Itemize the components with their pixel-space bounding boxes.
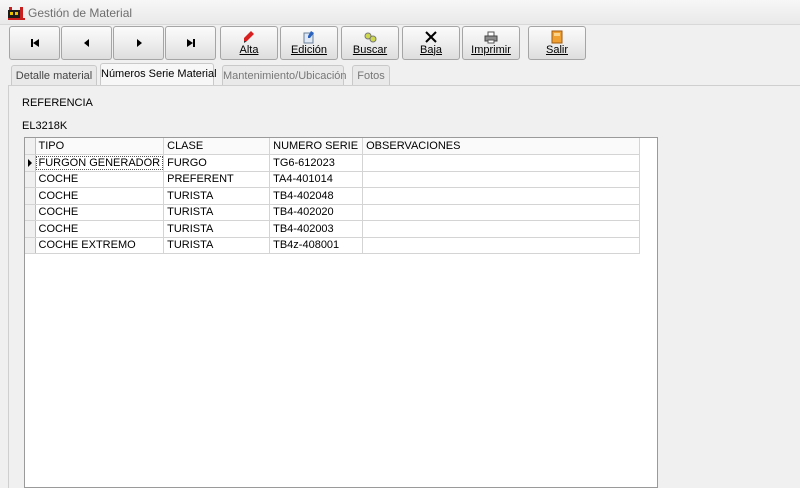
tab-detalle-material[interactable]: Detalle material [11,65,97,86]
column-header-numero-serie[interactable]: NUMERO SERIE [269,138,364,155]
cell-tipo[interactable]: COCHE [35,204,165,221]
table-row[interactable]: COCHE TURISTA TB4-402003 [25,220,641,238]
tab-numeros-serie[interactable]: Números Serie Material [100,63,217,86]
baja-label: Baja [419,43,443,56]
cell-clase[interactable]: TURISTA [163,204,271,221]
cell-numero-serie[interactable]: TB4z-408001 [269,237,364,254]
cell-clase[interactable]: TURISTA [163,220,271,238]
row-indicator[interactable] [25,187,36,205]
first-record-button[interactable] [9,26,60,60]
baja-button[interactable]: Baja [402,26,460,60]
imprimir-button[interactable]: Imprimir [462,26,520,60]
binoculars-icon [364,32,377,42]
column-header-clase[interactable]: CLASE [163,138,271,155]
cell-observaciones[interactable] [362,154,641,172]
cell-observaciones[interactable] [362,171,641,188]
edicion-button[interactable]: Edición [280,26,338,60]
serial-numbers-grid[interactable]: TIPO CLASE NUMERO SERIE OBSERVACIONES FU… [24,137,658,488]
column-header-observaciones[interactable]: OBSERVACIONES [362,138,641,155]
salir-label: Salir [545,43,568,56]
tab-strip: Detalle material Números Serie Material … [0,62,800,86]
prev-record-icon [83,39,89,47]
referencia-value: EL3218K [22,120,68,132]
train-icon [8,7,25,20]
printer-icon [484,31,498,43]
table-row[interactable]: FURGON GENERADOR FURGO TG6-612023 [25,154,641,172]
next-record-button[interactable] [113,26,164,60]
alta-button[interactable]: Alta [220,26,278,60]
current-row-arrow-icon [28,159,32,167]
cell-clase[interactable]: FURGO [163,154,271,172]
prev-record-button[interactable] [61,26,112,60]
cell-numero-serie[interactable]: TG6-612023 [269,154,364,172]
toolbar: Alta Edición Buscar Baja Imprimir Salir [0,25,800,62]
tab-fotos[interactable]: Fotos [352,65,390,86]
row-indicator[interactable] [25,204,36,221]
grid-table: TIPO CLASE NUMERO SERIE OBSERVACIONES FU… [25,138,641,254]
header-indicator [25,138,36,155]
cell-tipo[interactable]: COCHE [35,171,165,188]
cell-observaciones[interactable] [362,237,641,254]
cell-observaciones[interactable] [362,187,641,205]
row-indicator[interactable] [25,220,36,238]
edit-document-icon [303,30,314,43]
first-record-icon [30,39,39,47]
cell-observaciones[interactable] [362,220,641,238]
cell-clase[interactable]: PREFERENT [163,171,271,188]
imprimir-label: Imprimir [471,43,511,56]
cell-numero-serie[interactable]: TB4-402020 [269,204,364,221]
cell-observaciones[interactable] [362,204,641,221]
pencil-icon [244,30,254,43]
referencia-label: REFERENCIA [22,97,93,109]
row-indicator[interactable] [25,237,36,254]
grid-header-row: TIPO CLASE NUMERO SERIE OBSERVACIONES [25,138,641,155]
cell-clase[interactable]: TURISTA [163,237,271,254]
title-bar: Gestión de Material [0,0,800,25]
window-title: Gestión de Material [28,6,133,20]
cell-tipo[interactable]: COCHE [35,220,165,238]
cell-tipo[interactable]: COCHE EXTREMO [35,237,165,254]
exit-door-icon [551,30,563,43]
cell-clase[interactable]: TURISTA [163,187,271,205]
cell-numero-serie[interactable]: TB4-402003 [269,220,364,238]
alta-label: Alta [239,43,259,56]
tab-mantenimiento[interactable]: Mantenimiento/Ubicación [222,65,347,86]
last-record-button[interactable] [165,26,216,60]
buscar-label: Buscar [352,43,388,56]
edicion-label: Edición [290,43,328,56]
cell-tipo[interactable]: FURGON GENERADOR [35,154,165,172]
buscar-button[interactable]: Buscar [341,26,399,60]
column-header-tipo[interactable]: TIPO [35,138,165,155]
cell-numero-serie[interactable]: TB4-402048 [269,187,364,205]
table-row[interactable]: COCHE TURISTA TB4-402020 [25,204,641,221]
last-record-icon [186,39,195,47]
delete-x-icon [425,30,437,43]
salir-button[interactable]: Salir [528,26,586,60]
row-indicator[interactable] [25,171,36,188]
table-row[interactable]: COCHE TURISTA TB4-402048 [25,187,641,205]
table-row[interactable]: COCHE EXTREMO TURISTA TB4z-408001 [25,237,641,254]
table-row[interactable]: COCHE PREFERENT TA4-401014 [25,171,641,188]
row-indicator[interactable] [25,154,36,172]
next-record-icon [136,39,142,47]
cell-tipo[interactable]: COCHE [35,187,165,205]
cell-numero-serie[interactable]: TA4-401014 [269,171,364,188]
